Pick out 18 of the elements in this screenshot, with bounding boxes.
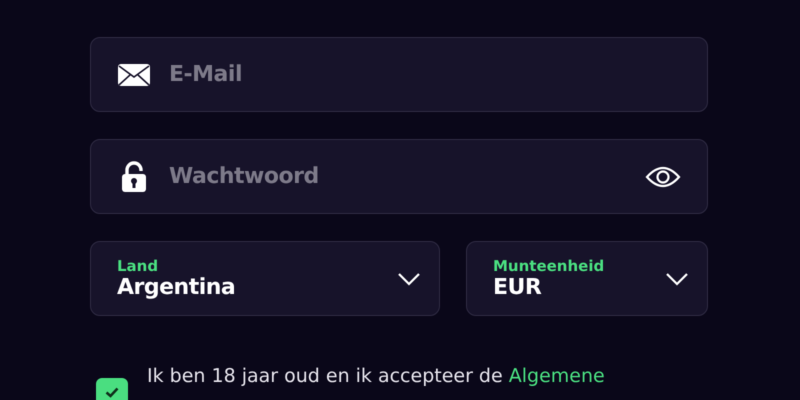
lock-icon	[121, 160, 147, 192]
checkbox[interactable]	[96, 378, 128, 400]
field-value: Argentina	[117, 275, 236, 300]
field-label: Munteenheid	[493, 257, 606, 275]
field-value: EUR	[493, 275, 542, 300]
email-field[interactable]: E-Mail	[90, 37, 708, 112]
field-label: Land	[117, 257, 160, 275]
password-input[interactable]: Wachtwoord	[167, 163, 629, 190]
check-icon	[105, 386, 119, 398]
password-field[interactable]: Wachtwoord	[90, 139, 708, 214]
consent-text: Ik ben 18 jaar oud en ik accepteer de Algemene	[147, 364, 605, 389]
mail-icon	[117, 62, 151, 86]
dropdown-field[interactable]: Munteenheid EUR	[466, 241, 708, 316]
terms-link[interactable]: Algemene	[508, 365, 605, 387]
chevron-down-icon	[665, 272, 689, 286]
dropdown-field[interactable]: Land Argentina	[90, 241, 440, 316]
chevron-down-icon	[397, 272, 421, 286]
email-input[interactable]: E-Mail	[167, 61, 681, 88]
